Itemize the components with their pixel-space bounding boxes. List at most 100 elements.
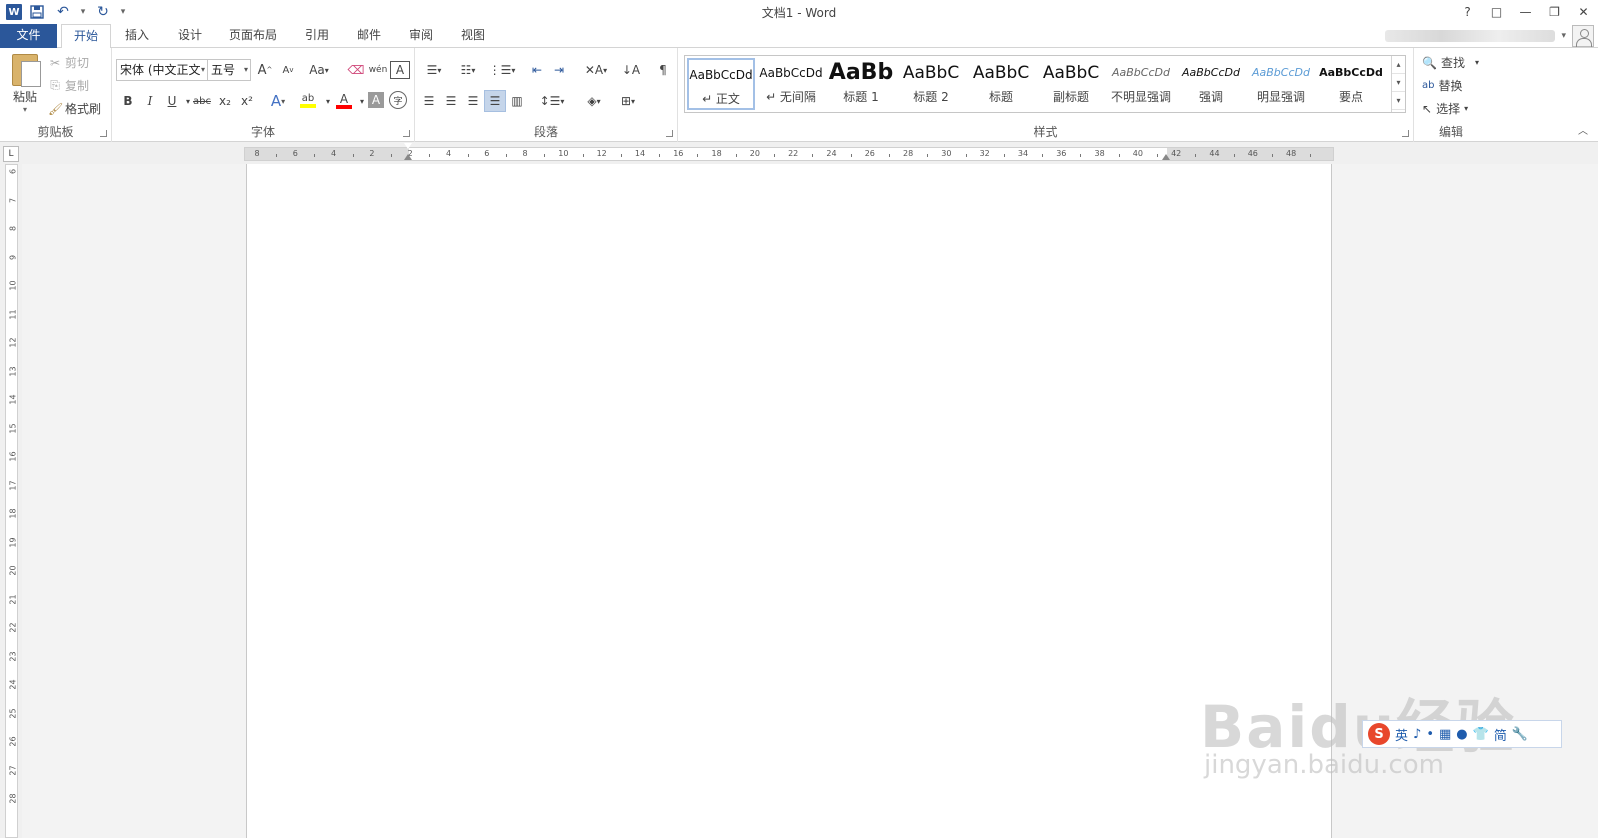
align-center-icon[interactable]: ☰	[441, 90, 461, 112]
character-border-button[interactable]: A	[390, 61, 410, 79]
tab-page-layout[interactable]: 页面布局	[222, 24, 284, 48]
show-marks-icon[interactable]: ¶	[653, 59, 673, 81]
chevron-down-icon[interactable]: ▾	[201, 60, 205, 80]
change-case-button[interactable]: Aa ▾	[304, 59, 334, 81]
distributed-icon[interactable]: ▥	[507, 90, 527, 112]
italic-button[interactable]: I	[140, 90, 160, 112]
simplified-toggle[interactable]: 简	[1494, 725, 1507, 744]
hanging-indent-marker[interactable]	[404, 154, 412, 160]
style-intense-emphasis[interactable]: AaBbCcDd 明显强调	[1247, 58, 1315, 110]
cut-button[interactable]: ✂ 剪切	[48, 54, 89, 71]
gallery-more-icon[interactable]: ▾	[1392, 92, 1405, 110]
superscript-button[interactable]: x²	[237, 90, 257, 112]
subscript-button[interactable]: x₂	[215, 90, 235, 112]
restore-icon[interactable]: ❐	[1540, 0, 1569, 24]
line-spacing-button[interactable]: ↕☰ ▾	[537, 90, 567, 112]
tab-insert[interactable]: 插入	[117, 24, 157, 48]
align-left-icon[interactable]: ☰	[419, 90, 439, 112]
enclose-characters-button[interactable]: 字	[389, 91, 407, 109]
select-button[interactable]: ↖ 选择 ▾	[1422, 100, 1468, 117]
style-subtle-emphasis[interactable]: AaBbCcDd 不明显强调	[1107, 58, 1175, 110]
font-launcher-icon[interactable]	[403, 130, 410, 137]
style-heading-2[interactable]: AaBbC 标题 2	[897, 58, 965, 110]
account-dropdown-icon[interactable]: ▾	[1561, 31, 1566, 41]
wrench-icon[interactable]: 🔧	[1512, 727, 1528, 742]
style-name: ↵ 无间隔	[766, 90, 816, 104]
tab-view[interactable]: 视图	[453, 24, 493, 48]
chevron-down-icon[interactable]: ▾	[244, 60, 248, 80]
strikethrough-button[interactable]: abc	[192, 90, 212, 112]
keyboard-icon[interactable]: ▦	[1439, 727, 1451, 742]
tab-selector[interactable]: L	[3, 146, 19, 162]
clipboard-launcher-icon[interactable]	[100, 130, 107, 137]
ime-punctuation-icon[interactable]: ♪	[1413, 727, 1421, 742]
ime-toolbar[interactable]: S 英 ♪ • ▦ ● 👕 简 🔧	[1362, 720, 1562, 748]
right-indent-marker[interactable]	[1162, 154, 1170, 160]
sort-icon[interactable]: ↓A	[621, 59, 641, 81]
format-painter-button[interactable]: 🖌 格式刷	[48, 100, 101, 117]
bold-button[interactable]: B	[118, 90, 138, 112]
paste-dropdown-icon[interactable]: ▾	[8, 105, 42, 114]
font-name-combo[interactable]: 宋体 (中文正文 ▾	[116, 59, 208, 81]
style-emphasis[interactable]: AaBbCcDd 强调	[1177, 58, 1245, 110]
account-area[interactable]: ▾	[1385, 25, 1594, 47]
tab-mailings[interactable]: 邮件	[349, 24, 389, 48]
select-dropdown-icon[interactable]: ▾	[1464, 104, 1468, 113]
multilevel-list-button[interactable]: ⋮☰ ▾	[487, 59, 517, 81]
borders-button[interactable]: ⊞ ▾	[613, 90, 643, 112]
copy-button[interactable]: ⎘ 复制	[48, 77, 89, 94]
align-right-icon[interactable]: ☰	[463, 90, 483, 112]
tab-design[interactable]: 设计	[170, 24, 210, 48]
ime-language-toggle[interactable]: 英	[1395, 725, 1408, 744]
vertical-ruler[interactable]: 6 7 8 9 10 11 12 13 14 15 16 17 18 19 20 21 22 23 24 25 26 27…	[5, 164, 18, 838]
sogou-logo-icon[interactable]: S	[1368, 723, 1390, 745]
character-shading-button[interactable]: A	[368, 92, 384, 108]
skin-icon[interactable]: 👕	[1473, 727, 1489, 742]
paragraph-launcher-icon[interactable]	[666, 130, 673, 137]
phonetic-guide-button[interactable]: wén	[368, 59, 388, 81]
style-heading-1[interactable]: AaBb 标题 1	[827, 58, 895, 110]
ribbon-display-icon[interactable]: □	[1482, 0, 1511, 24]
find-button[interactable]: 🔍 查找 ▾	[1422, 54, 1479, 71]
close-icon[interactable]: ✕	[1569, 0, 1598, 24]
shading-button[interactable]: ◈ ▾	[579, 90, 609, 112]
font-color-button[interactable]: A	[334, 90, 354, 112]
style-title[interactable]: AaBbC 标题	[967, 58, 1035, 110]
ime-dot-icon[interactable]: •	[1426, 727, 1434, 742]
vertical-ruler-bar: 6 7 8 9 10 11 12 13 14 15 16 17 18 19 20 21 22 23 24 25 26 27…	[0, 164, 22, 838]
increase-indent-icon[interactable]: ⇥	[549, 59, 569, 81]
first-line-indent-marker[interactable]	[404, 143, 412, 149]
bullets-button[interactable]: ☰ ▾	[419, 59, 449, 81]
grow-font-button[interactable]: A ^	[255, 59, 275, 81]
clear-formatting-icon[interactable]: ⌫	[346, 59, 366, 81]
paste-button[interactable]: 粘贴 ▾	[8, 54, 42, 114]
decrease-indent-icon[interactable]: ⇤	[527, 59, 547, 81]
tab-file[interactable]: 文件	[0, 24, 57, 48]
styles-launcher-icon[interactable]	[1402, 130, 1409, 137]
avatar[interactable]	[1572, 25, 1594, 47]
style-no-spacing[interactable]: AaBbCcDd ↵ 无间隔	[757, 58, 825, 110]
ruler-tick-label: 48	[1286, 149, 1297, 158]
help-icon[interactable]: ?	[1453, 0, 1482, 24]
text-effects-button[interactable]: A ▾	[268, 90, 288, 112]
gallery-up-icon[interactable]: ▴	[1392, 56, 1405, 74]
user-icon[interactable]: ●	[1456, 727, 1467, 742]
tab-references[interactable]: 引用	[297, 24, 337, 48]
shrink-font-button[interactable]: Av	[278, 59, 298, 81]
gallery-down-icon[interactable]: ▾	[1392, 74, 1405, 92]
chinese-layout-button[interactable]: ✕A ▾	[581, 59, 611, 81]
style-subtitle[interactable]: AaBbC 副标题	[1037, 58, 1105, 110]
replace-button[interactable]: ab 替换	[1422, 77, 1463, 94]
style-normal[interactable]: AaBbCcDd ↵ 正文	[687, 58, 755, 110]
tab-home[interactable]: 开始	[61, 24, 111, 49]
highlight-button[interactable]: ab	[298, 90, 318, 112]
minimize-icon[interactable]: —	[1511, 0, 1540, 24]
style-strong[interactable]: AaBbCcDd 要点	[1317, 58, 1385, 110]
justify-icon[interactable]: ☰	[484, 90, 506, 112]
tab-review[interactable]: 审阅	[401, 24, 441, 48]
font-size-combo[interactable]: 五号 ▾	[207, 59, 251, 81]
collapse-ribbon-icon[interactable]: ︿	[1578, 122, 1588, 137]
document-page[interactable]	[246, 164, 1332, 838]
find-dropdown-icon[interactable]: ▾	[1475, 58, 1479, 67]
numbering-button[interactable]: ☷ ▾	[453, 59, 483, 81]
